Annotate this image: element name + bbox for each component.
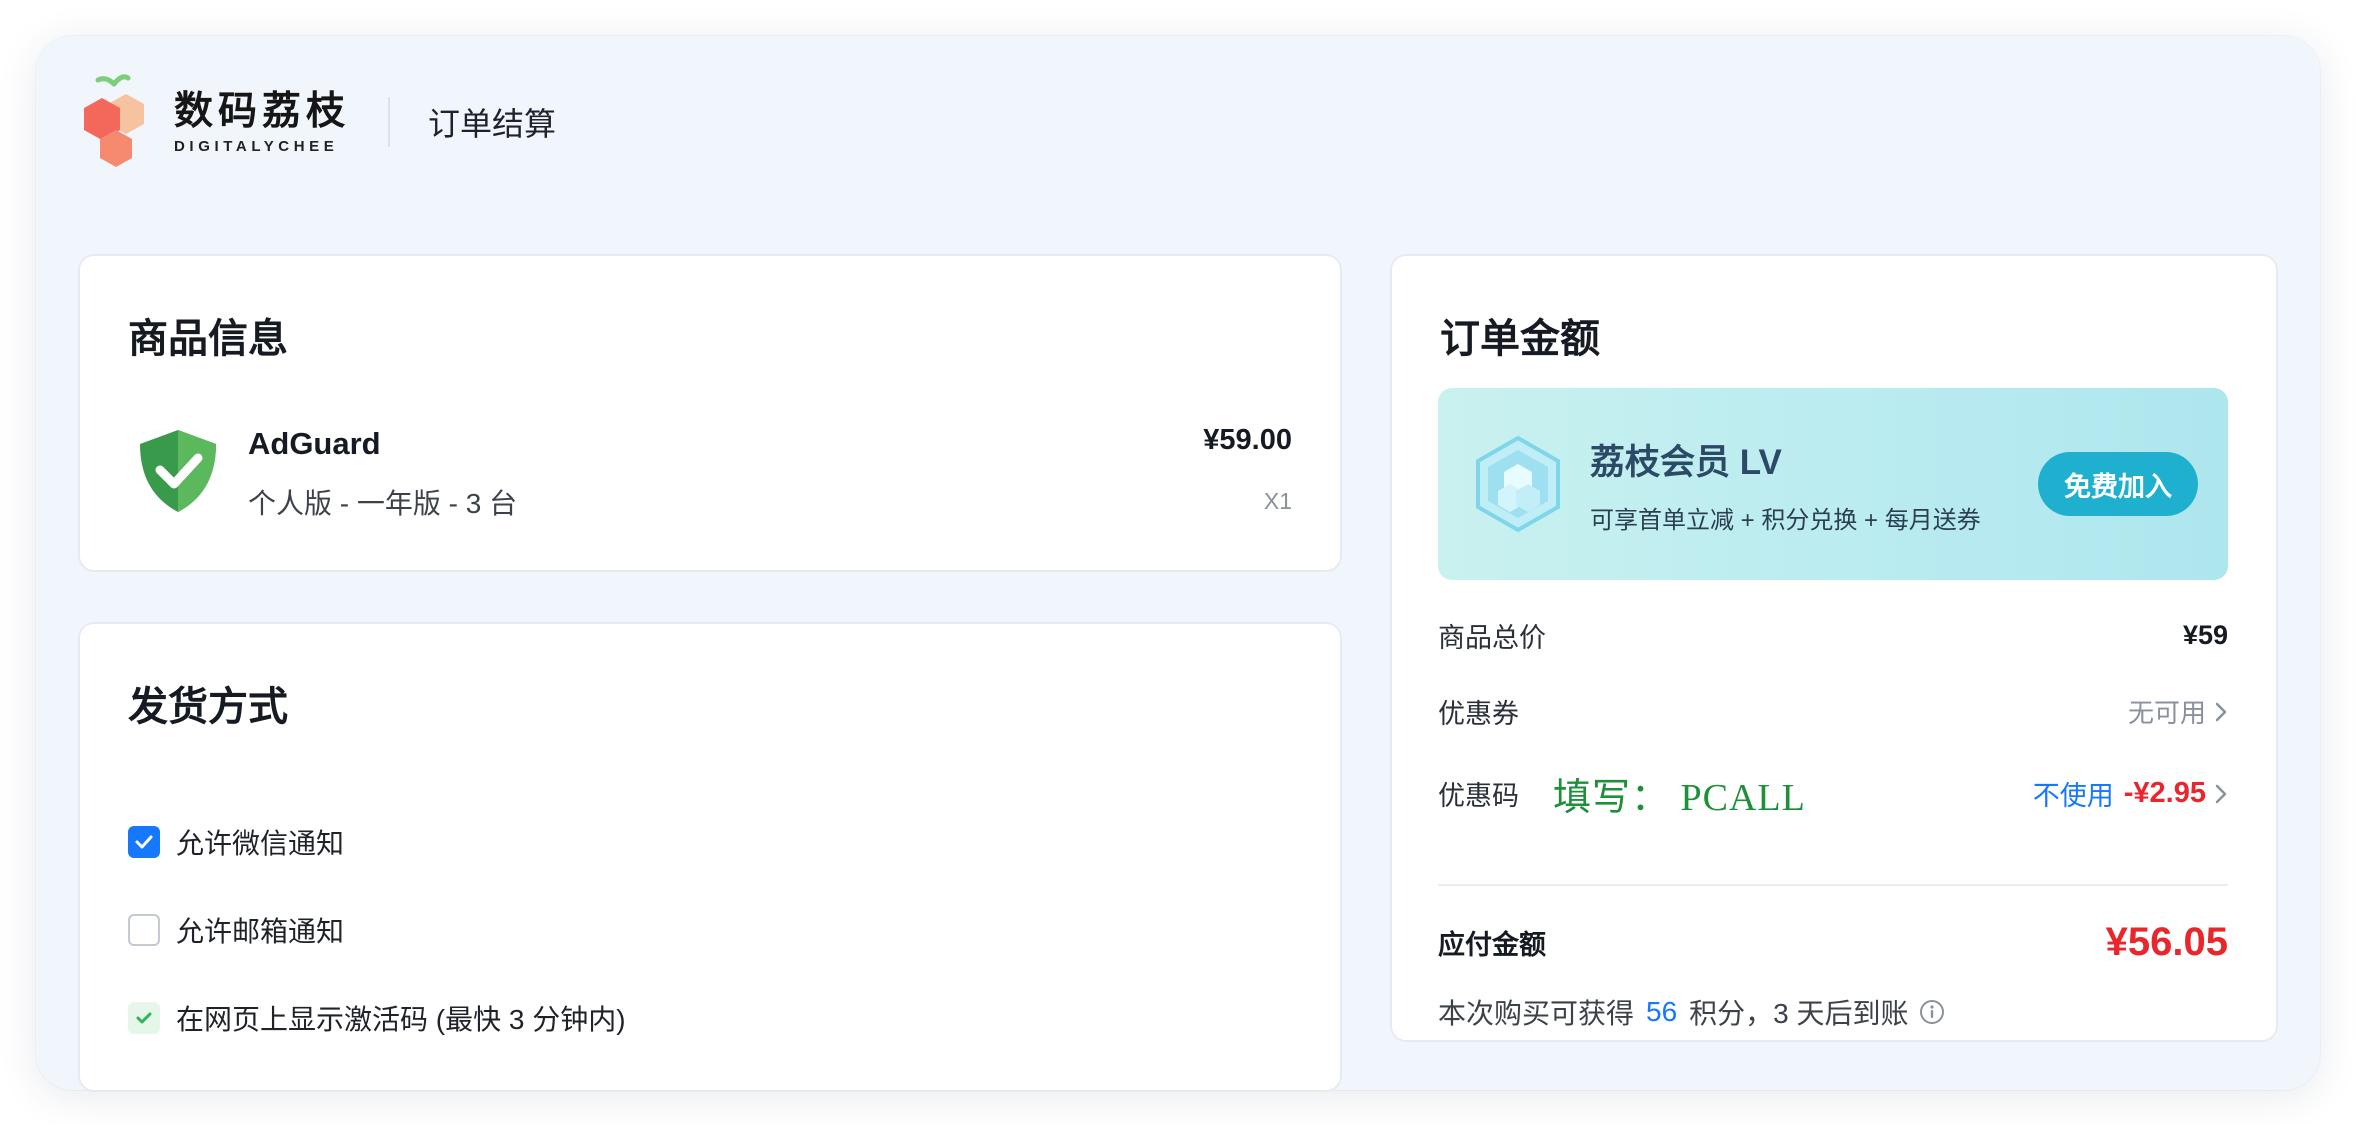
promo-code-selector[interactable]: 不使用 -¥2.95: [2033, 774, 2228, 813]
payable-value: ¥56.05: [2105, 920, 2228, 964]
lychee-logo-icon: [84, 74, 144, 167]
promo-discount-value: -¥2.95: [2123, 777, 2206, 809]
show-code-checkbox[interactable]: [128, 1002, 160, 1034]
show-code-label: 在网页上显示激活码 (最快 3 分钟内): [176, 1004, 626, 1035]
product-section-title: 商品信息: [128, 317, 288, 361]
points-prefix: 本次购买可获得: [1438, 998, 1635, 1029]
delivery-method-card: 发货方式 允许微信通知 允许邮箱通知 在网页上显示激活码 (最快 3 分钟内): [78, 622, 1342, 1092]
wechat-notify-label: 允许微信通知: [176, 828, 345, 859]
order-amount-card: 订单金额 荔枝会员 LV 可享首单立减 + 积分兑换 + 每月送券 免费加入 商…: [1390, 254, 2278, 1042]
show-code-option[interactable]: 在网页上显示激活码 (最快 3 分钟内): [128, 998, 626, 1038]
check-icon: [136, 1012, 152, 1024]
product-spec: 个人版 - 一年版 - 3 台: [248, 488, 518, 519]
amount-divider: [1438, 884, 2228, 886]
brand-name-cn: 数码荔枝: [174, 89, 351, 133]
product-quantity: X1: [1263, 488, 1292, 514]
points-info: 本次购买可获得 56 积分，3 天后到账: [1438, 992, 1945, 1032]
email-notify-label: 允许邮箱通知: [176, 916, 345, 947]
subtotal-row: 商品总价 ¥59: [1438, 616, 2228, 655]
promo-code-label: 优惠码: [1438, 781, 1519, 811]
promo-no-use-link[interactable]: 不使用: [2033, 774, 2114, 813]
coupon-label: 优惠券: [1438, 699, 1519, 729]
checkout-page: 数码荔枝 DIGITALYCHEE 订单结算 商品信息 AdGuard 个人版 …: [36, 36, 2320, 1092]
product-name: AdGuard: [248, 426, 381, 461]
subtotal-value: ¥59: [2182, 620, 2228, 650]
order-section-title: 订单金额: [1440, 317, 1600, 361]
member-level-icon: [1476, 435, 1560, 533]
coupon-row[interactable]: 优惠券 无可用: [1438, 692, 2228, 731]
points-value: 56: [1646, 996, 1678, 1027]
brand-logo[interactable]: 数码荔枝 DIGITALYCHEE: [78, 72, 350, 172]
payable-row: 应付金额 ¥56.05: [1438, 920, 2228, 965]
payable-label: 应付金额: [1438, 930, 1546, 960]
check-icon: [135, 835, 153, 849]
email-notify-option[interactable]: 允许邮箱通知: [128, 910, 344, 950]
promo-code-hint: 填写： PCALL: [1553, 777, 1806, 819]
product-info-card: 商品信息 AdGuard 个人版 - 一年版 - 3 台 ¥59.00 X1: [78, 254, 1342, 572]
chevron-right-icon: [2215, 784, 2227, 803]
page-title: 订单结算: [428, 106, 557, 142]
product-price: ¥59.00: [1203, 424, 1292, 456]
member-benefits: 可享首单立减 + 积分兑换 + 每月送券: [1590, 507, 1981, 534]
brand-name-en: DIGITALYCHEE: [174, 137, 339, 155]
join-membership-button[interactable]: 免费加入: [2038, 452, 2198, 516]
wechat-notify-checkbox[interactable]: [128, 826, 160, 858]
header-divider: [388, 97, 391, 147]
adguard-shield-icon: [140, 430, 216, 512]
subtotal-label: 商品总价: [1438, 623, 1546, 653]
membership-banner: 荔枝会员 LV 可享首单立减 + 积分兑换 + 每月送券 免费加入: [1438, 388, 2228, 580]
wechat-notify-option[interactable]: 允许微信通知: [128, 822, 344, 862]
header: 数码荔枝 DIGITALYCHEE 订单结算: [78, 62, 556, 182]
member-title: 荔枝会员 LV: [1590, 443, 1782, 482]
promo-code-row[interactable]: 优惠码 填写： PCALL 不使用 -¥2.95: [1438, 766, 2228, 821]
email-notify-checkbox[interactable]: [128, 914, 160, 946]
delivery-section-title: 发货方式: [128, 685, 288, 729]
info-icon[interactable]: [1919, 999, 1945, 1025]
coupon-selector[interactable]: 无可用: [2128, 693, 2228, 730]
coupon-value: 无可用: [2127, 698, 2206, 728]
chevron-right-icon: [2215, 702, 2227, 721]
points-suffix: 积分，3 天后到账: [1689, 998, 1909, 1029]
